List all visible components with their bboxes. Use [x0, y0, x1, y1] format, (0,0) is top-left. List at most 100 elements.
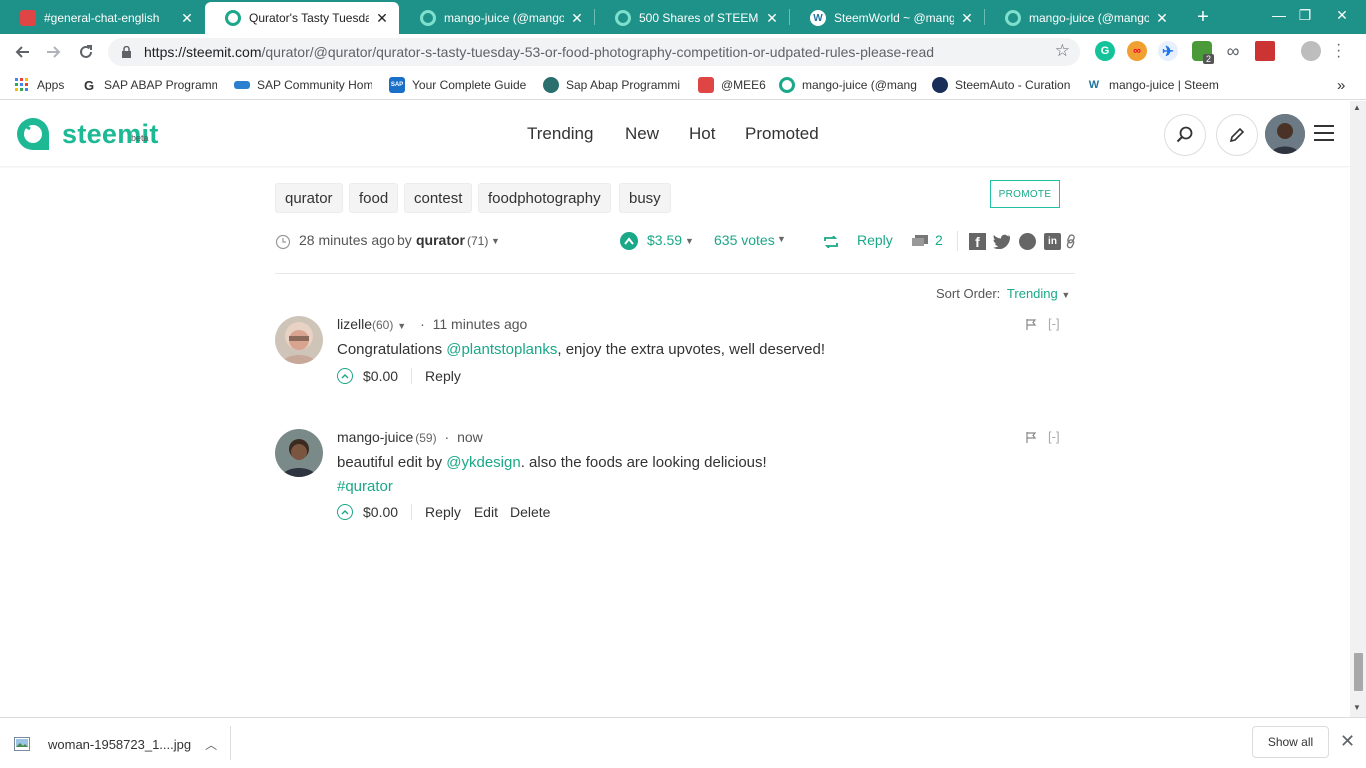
tab-general-chat[interactable]: #general-chat-english ✕ [0, 2, 204, 34]
bookmark-sap-abap-2[interactable]: Sap Abap Programmi [543, 76, 681, 94]
promote-button[interactable]: PROMOTE [990, 180, 1060, 208]
bookmarks-more-button[interactable]: » [1337, 76, 1345, 94]
pencil-icon [1229, 127, 1245, 143]
author-dropdown-icon[interactable]: ▼ [397, 321, 406, 331]
comment-edit-link[interactable]: Edit [474, 504, 498, 520]
bookmark-complete-guide[interactable]: SAP Your Complete Guide [389, 76, 527, 94]
close-icon[interactable]: ✕ [570, 10, 584, 27]
tag-food[interactable]: food [349, 183, 399, 213]
post-comment-count[interactable]: 2 [935, 232, 943, 248]
infinity-extension-icon[interactable]: ∞ [1127, 41, 1147, 61]
bookmark-mee6[interactable]: @MEE6 [698, 76, 766, 94]
hashtag-link[interactable]: #qurator [337, 478, 393, 495]
user-avatar[interactable] [1265, 114, 1305, 154]
tab-qurator-tasty-tuesday[interactable]: Qurator's Tasty Tuesday ✕ [205, 2, 399, 34]
tag-contest[interactable]: contest [404, 183, 473, 213]
new-tab-button[interactable]: + [1192, 4, 1214, 30]
link-icon[interactable] [1065, 234, 1077, 249]
profile-icon[interactable] [1301, 41, 1321, 61]
tag-busy[interactable]: busy [619, 183, 671, 213]
close-download-bar-icon[interactable]: ✕ [1340, 731, 1355, 752]
tag-qurator[interactable]: qurator [275, 183, 343, 213]
bookmark-sap-community[interactable]: SAP Community Hom [234, 76, 372, 94]
comment-author[interactable]: lizelle [337, 316, 372, 332]
tab-500-shares[interactable]: 500 Shares of STEEM Ba ✕ [595, 2, 789, 34]
reddit-share-icon[interactable] [1019, 233, 1036, 250]
comment-avatar[interactable] [275, 429, 323, 477]
close-icon[interactable]: ✕ [1155, 10, 1169, 27]
linkedin-share-icon[interactable]: in [1044, 233, 1061, 250]
forward-button[interactable] [40, 38, 68, 66]
flag-icon[interactable] [1025, 318, 1037, 330]
sort-dropdown-icon[interactable]: ▼ [1061, 290, 1070, 300]
nav-trending[interactable]: Trending [527, 124, 593, 144]
author-dropdown-icon[interactable]: ▼ [491, 236, 500, 246]
grammarly-icon[interactable]: G [1095, 41, 1115, 61]
post-reply-link[interactable]: Reply [857, 232, 893, 248]
nav-hot[interactable]: Hot [689, 124, 715, 144]
scroll-down-arrow-icon[interactable]: ▼ [1353, 703, 1361, 712]
comment-author[interactable]: mango-juice [337, 429, 413, 445]
back-button[interactable] [8, 38, 36, 66]
mention-link[interactable]: @ykdesign [446, 454, 520, 471]
chevron-up-icon[interactable]: ︿ [205, 736, 217, 753]
post-author[interactable]: qurator [416, 232, 465, 248]
scrollbar-thumb[interactable] [1354, 653, 1363, 691]
twitter-share-icon[interactable] [993, 234, 1011, 249]
facebook-share-icon[interactable]: f [969, 233, 986, 250]
tab-mango-juice-1[interactable]: mango-juice (@mango-j ✕ [400, 2, 594, 34]
hamburger-menu-icon[interactable] [1314, 125, 1334, 143]
upvote-button[interactable] [337, 368, 353, 384]
page-scrollbar[interactable]: ▲ ▼ [1350, 101, 1366, 717]
airplane-extension-icon[interactable]: ✈ [1158, 41, 1178, 61]
comment-reply-link[interactable]: Reply [425, 368, 461, 384]
close-icon[interactable]: ✕ [375, 10, 389, 27]
close-icon[interactable]: ✕ [765, 10, 779, 27]
tab-steemworld[interactable]: W SteemWorld ~ @mango ✕ [790, 2, 984, 34]
show-all-downloads-button[interactable]: Show all [1252, 726, 1329, 758]
tab-mango-juice-2[interactable]: mango-juice (@mango-j ✕ [985, 2, 1179, 34]
comment-avatar[interactable] [275, 316, 323, 364]
comment-time[interactable]: now [457, 429, 483, 445]
nav-new[interactable]: New [625, 124, 659, 144]
comment-delete-link[interactable]: Delete [510, 504, 550, 520]
resteem-icon[interactable] [824, 236, 838, 248]
bookmark-label: mango-juice | Steem [1109, 78, 1219, 92]
comment-payout[interactable]: $0.00 [363, 368, 398, 384]
reload-button[interactable] [72, 38, 100, 66]
flag-icon[interactable] [1025, 431, 1037, 443]
upvote-button[interactable] [337, 504, 353, 520]
comments-icon[interactable] [912, 235, 928, 248]
address-bar[interactable]: https://steemit.com/qurator/@qurator/qur… [108, 38, 1080, 66]
infinity-icon[interactable]: ∞ [1223, 41, 1243, 61]
download-item[interactable]: woman-1958723_1....jpg ︿ [14, 730, 217, 758]
mention-link[interactable]: @plantstoplanks [446, 341, 557, 358]
collapse-button[interactable]: [-] [1048, 316, 1060, 331]
close-icon[interactable]: ✕ [180, 10, 194, 27]
bookmark-apps[interactable]: Apps [14, 76, 64, 94]
nav-promoted[interactable]: Promoted [745, 124, 819, 144]
window-close-button[interactable]: ✕ [1318, 0, 1366, 30]
bookmark-mango-juice-steem[interactable]: W mango-juice | Steem [1086, 76, 1219, 94]
write-post-button[interactable] [1216, 114, 1258, 156]
collapse-button[interactable]: [-] [1048, 429, 1060, 444]
close-icon[interactable]: ✕ [960, 10, 974, 27]
post-payout[interactable]: $3.59 [647, 232, 682, 248]
pdf-extension-icon[interactable] [1255, 41, 1275, 61]
chrome-menu-icon[interactable]: · · · [1336, 37, 1341, 65]
comment-payout[interactable]: $0.00 [363, 504, 398, 520]
scroll-up-arrow-icon[interactable]: ▲ [1353, 103, 1361, 112]
votes-dropdown-icon[interactable]: ▼ [777, 234, 786, 244]
bookmark-sap-abap[interactable]: G SAP ABAP Programm [81, 76, 217, 94]
upvote-button[interactable] [620, 232, 638, 250]
sort-order-select[interactable]: Trending [1007, 286, 1058, 301]
post-votes[interactable]: 635 votes [714, 232, 775, 248]
bookmark-star-icon[interactable]: ☆ [1055, 41, 1070, 61]
comment-time[interactable]: 11 minutes ago [433, 316, 528, 332]
tag-foodphotography[interactable]: foodphotography [478, 183, 611, 213]
bookmark-steemauto[interactable]: SteemAuto - Curation [932, 76, 1070, 94]
search-button[interactable] [1164, 114, 1206, 156]
payout-dropdown-icon[interactable]: ▼ [685, 236, 694, 246]
comment-reply-link[interactable]: Reply [425, 504, 461, 520]
bookmark-mango-juice[interactable]: mango-juice (@mang [779, 76, 917, 94]
